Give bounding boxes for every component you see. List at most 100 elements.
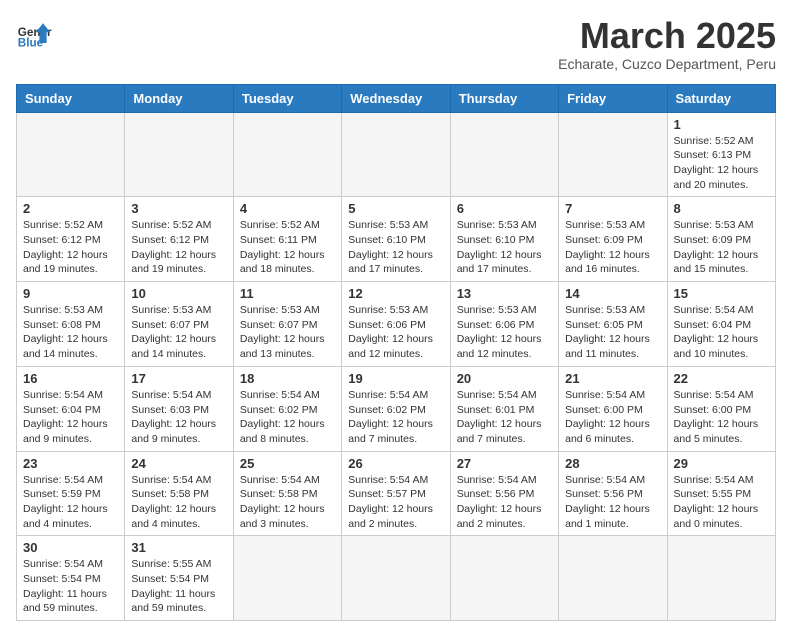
calendar-cell: 17 Sunrise: 5:54 AM Sunset: 6:03 PM Dayli… bbox=[125, 366, 233, 451]
calendar-cell: 29 Sunrise: 5:54 AM Sunset: 5:55 PM Dayli… bbox=[667, 451, 775, 536]
logo: General Blue bbox=[16, 16, 52, 52]
day-info: Sunrise: 5:54 AM Sunset: 5:55 PM Dayligh… bbox=[674, 473, 769, 532]
month-title: March 2025 bbox=[558, 16, 776, 56]
day-number: 21 bbox=[565, 371, 660, 386]
calendar-cell: 30Sunrise: 5:54 AM Sunset: 5:54 PM Dayli… bbox=[17, 536, 125, 621]
calendar-cell: 10Sunrise: 5:53 AM Sunset: 6:07 PM Dayli… bbox=[125, 282, 233, 367]
day-info: Sunrise: 5:53 AM Sunset: 6:09 PM Dayligh… bbox=[565, 218, 660, 277]
calendar-cell: 12Sunrise: 5:53 AM Sunset: 6:06 PM Dayli… bbox=[342, 282, 450, 367]
calendar-cell: 1 Sunrise: 5:52 AM Sunset: 6:13 PM Daylig… bbox=[667, 112, 775, 197]
day-info: Sunrise: 5:54 AM Sunset: 6:01 PM Dayligh… bbox=[457, 388, 552, 447]
day-number: 19 bbox=[348, 371, 443, 386]
calendar-cell: 2 Sunrise: 5:52 AM Sunset: 6:12 PM Daylig… bbox=[17, 197, 125, 282]
day-number: 22 bbox=[674, 371, 769, 386]
day-info: Sunrise: 5:52 AM Sunset: 6:12 PM Dayligh… bbox=[23, 218, 118, 277]
day-info: Sunrise: 5:54 AM Sunset: 5:59 PM Dayligh… bbox=[23, 473, 118, 532]
weekday-header-sunday: Sunday bbox=[17, 84, 125, 112]
day-number: 2 bbox=[23, 201, 118, 216]
day-info: Sunrise: 5:54 AM Sunset: 5:58 PM Dayligh… bbox=[240, 473, 335, 532]
calendar-cell: 20 Sunrise: 5:54 AM Sunset: 6:01 PM Dayli… bbox=[450, 366, 558, 451]
week-row-3: 9Sunrise: 5:53 AM Sunset: 6:08 PM Daylig… bbox=[17, 282, 776, 367]
calendar-cell: 25 Sunrise: 5:54 AM Sunset: 5:58 PM Dayli… bbox=[233, 451, 341, 536]
day-number: 20 bbox=[457, 371, 552, 386]
day-info: Sunrise: 5:52 AM Sunset: 6:13 PM Dayligh… bbox=[674, 134, 769, 193]
calendar-cell: 3 Sunrise: 5:52 AM Sunset: 6:12 PM Daylig… bbox=[125, 197, 233, 282]
calendar-cell: 15 Sunrise: 5:54 AM Sunset: 6:04 PM Dayli… bbox=[667, 282, 775, 367]
day-number: 17 bbox=[131, 371, 226, 386]
calendar-cell: 5 Sunrise: 5:53 AM Sunset: 6:10 PM Daylig… bbox=[342, 197, 450, 282]
day-number: 8 bbox=[674, 201, 769, 216]
day-number: 23 bbox=[23, 456, 118, 471]
week-row-4: 16Sunrise: 5:54 AM Sunset: 6:04 PM Dayli… bbox=[17, 366, 776, 451]
day-number: 12 bbox=[348, 286, 443, 301]
day-number: 1 bbox=[674, 117, 769, 132]
week-row-5: 23 Sunrise: 5:54 AM Sunset: 5:59 PM Dayli… bbox=[17, 451, 776, 536]
weekday-header-row: SundayMondayTuesdayWednesdayThursdayFrid… bbox=[17, 84, 776, 112]
day-info: Sunrise: 5:55 AM Sunset: 5:54 PM Dayligh… bbox=[131, 557, 226, 616]
calendar-cell: 24 Sunrise: 5:54 AM Sunset: 5:58 PM Dayli… bbox=[125, 451, 233, 536]
day-info: Sunrise: 5:54 AM Sunset: 5:56 PM Dayligh… bbox=[565, 473, 660, 532]
day-number: 25 bbox=[240, 456, 335, 471]
day-info: Sunrise: 5:54 AM Sunset: 6:04 PM Dayligh… bbox=[674, 303, 769, 362]
day-number: 4 bbox=[240, 201, 335, 216]
calendar-cell: 26Sunrise: 5:54 AM Sunset: 5:57 PM Dayli… bbox=[342, 451, 450, 536]
day-number: 28 bbox=[565, 456, 660, 471]
calendar-cell bbox=[450, 536, 558, 621]
day-number: 7 bbox=[565, 201, 660, 216]
day-info: Sunrise: 5:54 AM Sunset: 6:03 PM Dayligh… bbox=[131, 388, 226, 447]
calendar-cell: 6Sunrise: 5:53 AM Sunset: 6:10 PM Daylig… bbox=[450, 197, 558, 282]
weekday-header-tuesday: Tuesday bbox=[233, 84, 341, 112]
day-number: 11 bbox=[240, 286, 335, 301]
calendar-cell bbox=[233, 112, 341, 197]
week-row-1: 1 Sunrise: 5:52 AM Sunset: 6:13 PM Daylig… bbox=[17, 112, 776, 197]
day-number: 26 bbox=[348, 456, 443, 471]
day-info: Sunrise: 5:54 AM Sunset: 5:58 PM Dayligh… bbox=[131, 473, 226, 532]
day-number: 14 bbox=[565, 286, 660, 301]
calendar-cell: 31 Sunrise: 5:55 AM Sunset: 5:54 PM Dayli… bbox=[125, 536, 233, 621]
day-number: 29 bbox=[674, 456, 769, 471]
calendar-cell bbox=[17, 112, 125, 197]
calendar-cell bbox=[342, 536, 450, 621]
day-number: 16 bbox=[23, 371, 118, 386]
week-row-2: 2 Sunrise: 5:52 AM Sunset: 6:12 PM Daylig… bbox=[17, 197, 776, 282]
calendar-cell: 7 Sunrise: 5:53 AM Sunset: 6:09 PM Daylig… bbox=[559, 197, 667, 282]
day-number: 13 bbox=[457, 286, 552, 301]
calendar-cell: 28 Sunrise: 5:54 AM Sunset: 5:56 PM Dayli… bbox=[559, 451, 667, 536]
day-info: Sunrise: 5:54 AM Sunset: 6:02 PM Dayligh… bbox=[240, 388, 335, 447]
day-number: 15 bbox=[674, 286, 769, 301]
calendar-cell: 18 Sunrise: 5:54 AM Sunset: 6:02 PM Dayli… bbox=[233, 366, 341, 451]
day-number: 24 bbox=[131, 456, 226, 471]
weekday-header-wednesday: Wednesday bbox=[342, 84, 450, 112]
calendar-cell: 16Sunrise: 5:54 AM Sunset: 6:04 PM Dayli… bbox=[17, 366, 125, 451]
calendar-cell: 27Sunrise: 5:54 AM Sunset: 5:56 PM Dayli… bbox=[450, 451, 558, 536]
logo-icon: General Blue bbox=[16, 16, 52, 52]
title-block: March 2025 Echarate, Cuzco Department, P… bbox=[558, 16, 776, 72]
day-info: Sunrise: 5:53 AM Sunset: 6:05 PM Dayligh… bbox=[565, 303, 660, 362]
day-number: 9 bbox=[23, 286, 118, 301]
page-header: General Blue March 2025 Echarate, Cuzco … bbox=[16, 16, 776, 72]
weekday-header-monday: Monday bbox=[125, 84, 233, 112]
calendar-cell: 14 Sunrise: 5:53 AM Sunset: 6:05 PM Dayli… bbox=[559, 282, 667, 367]
day-info: Sunrise: 5:54 AM Sunset: 6:00 PM Dayligh… bbox=[565, 388, 660, 447]
day-info: Sunrise: 5:53 AM Sunset: 6:10 PM Dayligh… bbox=[348, 218, 443, 277]
calendar-cell: 22Sunrise: 5:54 AM Sunset: 6:00 PM Dayli… bbox=[667, 366, 775, 451]
day-number: 30 bbox=[23, 540, 118, 555]
calendar-cell: 23 Sunrise: 5:54 AM Sunset: 5:59 PM Dayli… bbox=[17, 451, 125, 536]
day-number: 3 bbox=[131, 201, 226, 216]
calendar-cell: 11Sunrise: 5:53 AM Sunset: 6:07 PM Dayli… bbox=[233, 282, 341, 367]
weekday-header-friday: Friday bbox=[559, 84, 667, 112]
calendar-cell: 19 Sunrise: 5:54 AM Sunset: 6:02 PM Dayli… bbox=[342, 366, 450, 451]
day-number: 5 bbox=[348, 201, 443, 216]
subtitle: Echarate, Cuzco Department, Peru bbox=[558, 56, 776, 72]
day-info: Sunrise: 5:53 AM Sunset: 6:07 PM Dayligh… bbox=[131, 303, 226, 362]
day-number: 31 bbox=[131, 540, 226, 555]
day-info: Sunrise: 5:52 AM Sunset: 6:12 PM Dayligh… bbox=[131, 218, 226, 277]
calendar-cell: 9Sunrise: 5:53 AM Sunset: 6:08 PM Daylig… bbox=[17, 282, 125, 367]
calendar-cell bbox=[450, 112, 558, 197]
day-number: 18 bbox=[240, 371, 335, 386]
calendar-cell: 21 Sunrise: 5:54 AM Sunset: 6:00 PM Dayli… bbox=[559, 366, 667, 451]
week-row-6: 30Sunrise: 5:54 AM Sunset: 5:54 PM Dayli… bbox=[17, 536, 776, 621]
day-info: Sunrise: 5:54 AM Sunset: 6:02 PM Dayligh… bbox=[348, 388, 443, 447]
day-number: 27 bbox=[457, 456, 552, 471]
calendar-cell: 13Sunrise: 5:53 AM Sunset: 6:06 PM Dayli… bbox=[450, 282, 558, 367]
